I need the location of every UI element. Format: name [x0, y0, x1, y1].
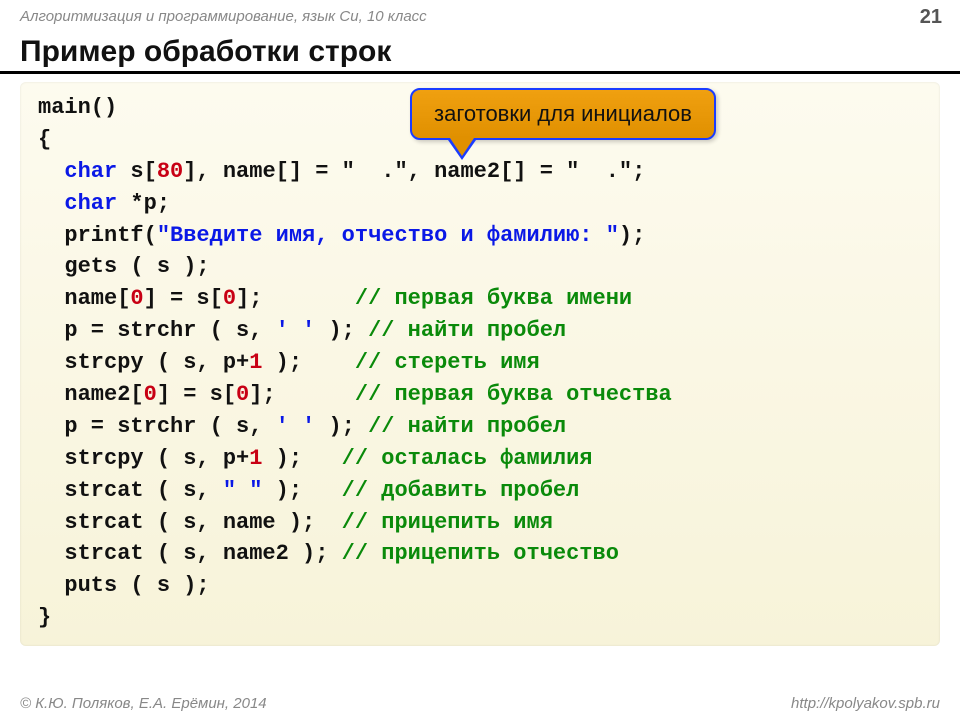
code-line: char s[80], name[] = " .", name2[] = " .… [38, 156, 922, 188]
code-line: char *p; [38, 188, 922, 220]
course-header: Алгоритмизация и программирование, язык … [0, 0, 960, 29]
slide-title: Пример обработки строк [0, 29, 960, 74]
code-line: strcat ( s, " " ); // добавить пробел [38, 475, 922, 507]
code-line: strcpy ( s, p+1 ); // стереть имя [38, 347, 922, 379]
code-line: p = strchr ( s, ' ' ); // найти пробел [38, 411, 922, 443]
code-line: name2[0] = s[0]; // первая буква отчеств… [38, 379, 922, 411]
callout: заготовки для инициалов [410, 88, 716, 140]
footer-author: © К.Ю. Поляков, Е.А. Ерёмин, 2014 [20, 695, 267, 712]
code-line: strcat ( s, name ); // прицепить имя [38, 507, 922, 539]
footer-url: http://kpolyakov.spb.ru [791, 695, 940, 712]
code-line: name[0] = s[0]; // первая буква имени [38, 283, 922, 315]
code-line: strcpy ( s, p+1 ); // осталась фамилия [38, 443, 922, 475]
code-line: p = strchr ( s, ' ' ); // найти пробел [38, 315, 922, 347]
code-line: gets ( s ); [38, 251, 922, 283]
code-line: puts ( s ); [38, 570, 922, 602]
footer: © К.Ю. Поляков, Е.А. Ерёмин, 2014 http:/… [20, 695, 940, 712]
code-line: } [38, 602, 922, 634]
code-block: заготовки для инициалов main() { char s[… [20, 82, 940, 646]
code-line: strcat ( s, name2 ); // прицепить отчест… [38, 538, 922, 570]
page-number: 21 [920, 6, 942, 29]
callout-text: заготовки для инициалов [410, 88, 716, 140]
code-line: printf("Введите имя, отчество и фамилию:… [38, 220, 922, 252]
